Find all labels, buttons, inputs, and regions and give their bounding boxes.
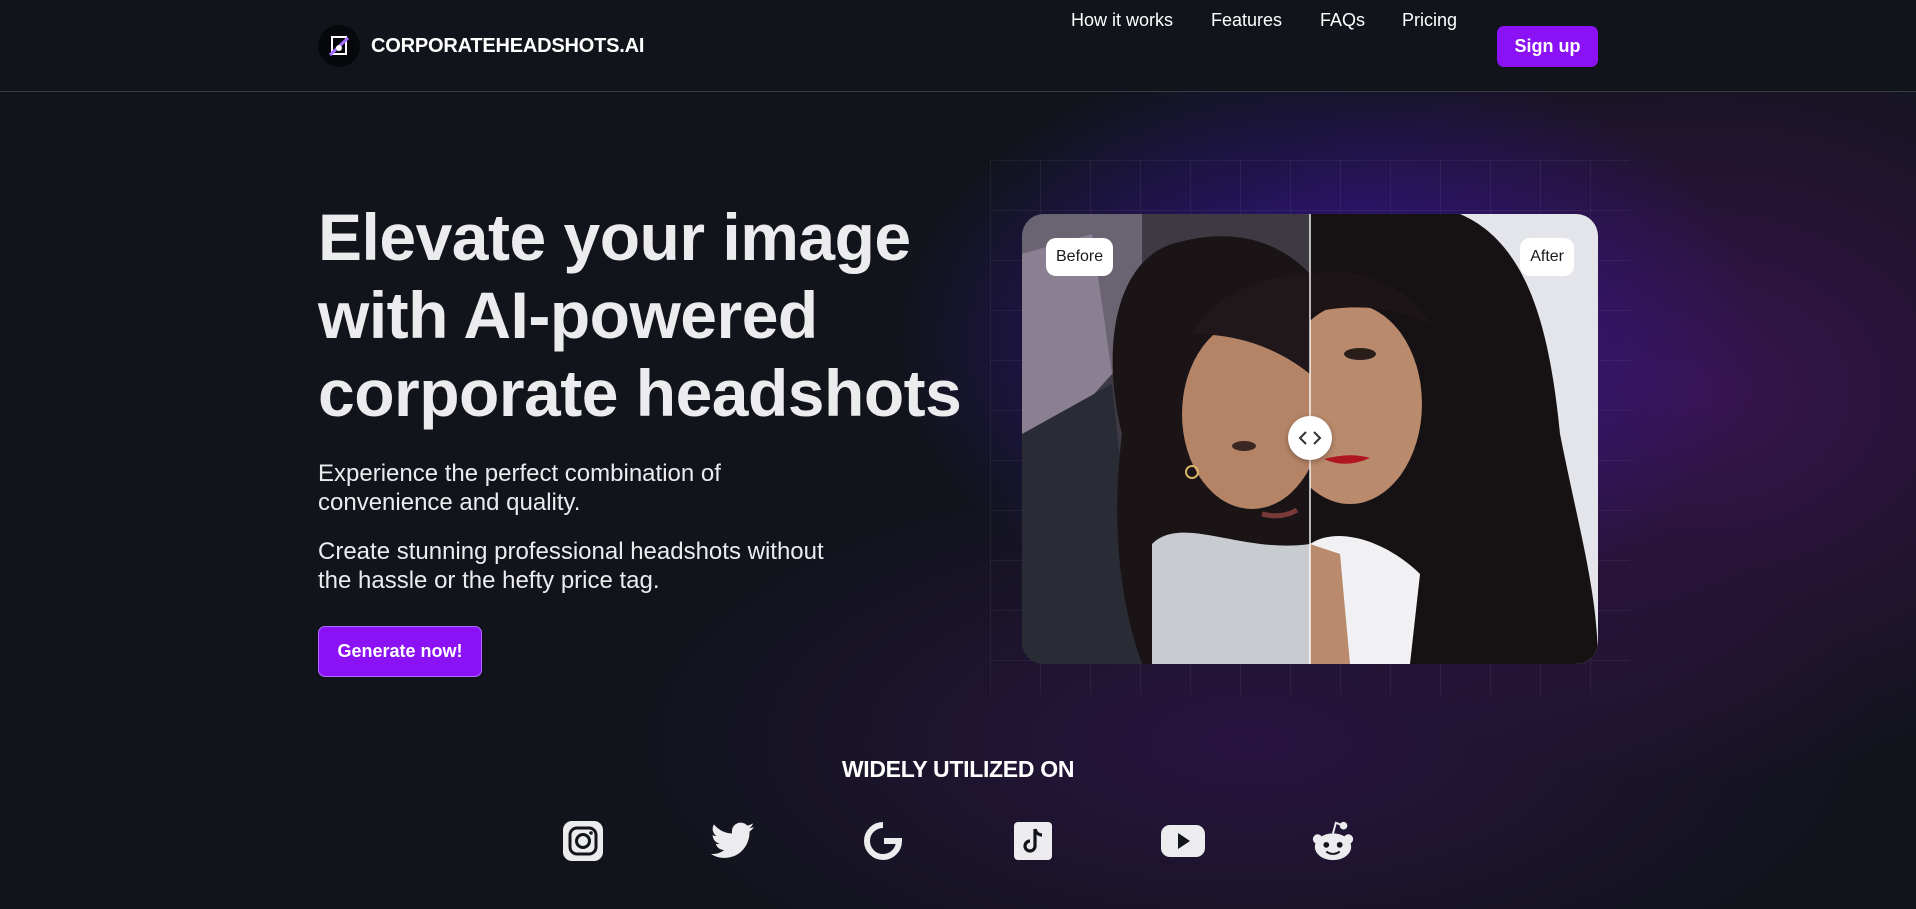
reddit-icon[interactable] <box>1310 818 1356 864</box>
nav-pricing[interactable]: Pricing <box>1402 10 1457 31</box>
after-badge: After <box>1520 238 1574 276</box>
before-after-slider[interactable]: Before After <box>1022 214 1598 664</box>
slider-handle[interactable] <box>1288 416 1332 460</box>
before-photo <box>1022 214 1310 664</box>
logo-icon <box>318 25 360 67</box>
nav-features[interactable]: Features <box>1211 10 1282 31</box>
hero-description-1: Experience the perfect combination of co… <box>318 459 878 517</box>
signup-button[interactable]: Sign up <box>1497 26 1598 67</box>
hero-description-line: Experience the perfect combination of <box>318 460 721 487</box>
widely-utilized-title: WIDELY UTILIZED ON <box>841 756 1075 782</box>
generate-now-button[interactable]: Generate now! <box>318 626 482 677</box>
brand-logo[interactable]: CORPORATEHEADSHOTS.AI <box>318 24 644 68</box>
instagram-icon[interactable] <box>560 818 606 864</box>
hero-title-line: corporate headshots <box>318 356 962 430</box>
nav-faqs[interactable]: FAQs <box>1320 10 1365 31</box>
chevron-left-right-icon <box>1298 431 1322 445</box>
hero-description-2: Create stunning professional headshots w… <box>318 537 878 595</box>
tiktok-icon[interactable] <box>1010 818 1056 864</box>
hero-description-line: convenience and quality. <box>318 489 581 516</box>
site-header: CORPORATEHEADSHOTS.AI How it works Featu… <box>0 0 1916 92</box>
nav-how-it-works[interactable]: How it works <box>1071 10 1173 31</box>
hero-title-line: with AI-powered <box>318 278 818 352</box>
brand-name: CORPORATEHEADSHOTS.AI <box>371 34 645 57</box>
hero-title-line: Elevate your image <box>318 200 911 274</box>
after-photo <box>1310 214 1598 664</box>
before-badge: Before <box>1046 238 1114 276</box>
hero-title: Elevate your image with AI-powered corpo… <box>318 198 978 432</box>
google-icon[interactable] <box>860 818 906 864</box>
hero-description-line: the hassle or the hefty price tag. <box>318 567 660 594</box>
hero-description-line: Create stunning professional headshots w… <box>318 538 824 565</box>
youtube-icon[interactable] <box>1160 818 1206 864</box>
twitter-icon[interactable] <box>710 818 756 864</box>
